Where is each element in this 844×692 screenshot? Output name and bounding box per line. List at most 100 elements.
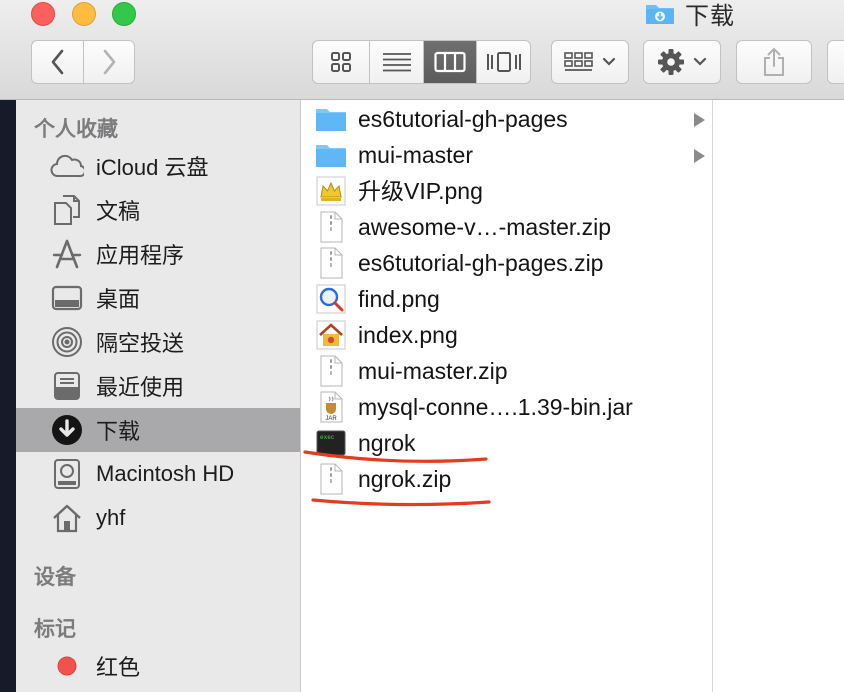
- file-name: ngrok: [358, 430, 416, 456]
- finder-window: 下载 个人收藏 iCloud 云盘 文稿 应用程序 桌面 隔空投送 最近使用 下…: [0, 0, 844, 692]
- folder-icon: [316, 145, 346, 167]
- icon-view-button[interactable]: [313, 41, 370, 83]
- preview-column: [713, 100, 844, 692]
- sidebar-item-applications[interactable]: 应用程序: [16, 232, 300, 276]
- zip-file-icon: [320, 355, 343, 387]
- icon-view-icon: [331, 52, 351, 72]
- sidebar-item-label: yhf: [96, 505, 126, 530]
- view-mode-control: [312, 40, 531, 84]
- documents-icon: [50, 193, 84, 227]
- home-icon: [50, 501, 84, 535]
- sidebar-item-label: iCloud 云盘: [96, 155, 209, 180]
- file-row[interactable]: index.png: [302, 318, 712, 354]
- sidebar-item-label: 隔空投送: [96, 331, 185, 356]
- downloads-icon: [50, 413, 84, 447]
- sidebar-item-home[interactable]: yhf: [16, 496, 300, 540]
- sidebar-item-label: 最近使用: [96, 375, 185, 400]
- cloud-icon: [50, 149, 84, 183]
- image-search-icon: [316, 284, 346, 314]
- file-row[interactable]: 升级VIP.png: [302, 174, 712, 210]
- disclosure-arrow-icon: [694, 149, 705, 163]
- file-name: mui-master: [358, 142, 474, 168]
- file-row[interactable]: ngrok.zip: [302, 462, 712, 498]
- sidebar-tag-red[interactable]: 红色: [16, 644, 300, 688]
- file-name: es6tutorial-gh-pages.zip: [358, 250, 604, 276]
- chevron-right-icon: [103, 49, 116, 75]
- zip-file-icon: [320, 463, 343, 495]
- airdrop-icon: [50, 325, 84, 359]
- file-row[interactable]: mui-master.zip: [302, 354, 712, 390]
- sidebar-item-label: Macintosh HD: [96, 461, 235, 486]
- file-row[interactable]: JAR mysql-conne….1.39-bin.jar: [302, 390, 712, 426]
- desktop-icon: [50, 281, 84, 315]
- forward-button[interactable]: [84, 41, 134, 83]
- file-name: es6tutorial-gh-pages: [358, 106, 568, 132]
- minimize-window-button[interactable]: [72, 2, 96, 26]
- downloads-folder-icon: [646, 5, 674, 24]
- arrange-button[interactable]: [551, 40, 629, 84]
- sidebar-item-label: 桌面: [96, 287, 141, 312]
- sidebar-item-label: 下载: [96, 419, 141, 444]
- column-view-button[interactable]: [424, 41, 477, 83]
- sidebar-item-documents[interactable]: 文稿: [16, 188, 300, 232]
- action-button[interactable]: [643, 40, 721, 84]
- devices-section-title: 设备: [34, 566, 76, 589]
- sidebar-item-airdrop[interactable]: 隔空投送: [16, 320, 300, 364]
- list-view-button[interactable]: [370, 41, 424, 83]
- recents-icon: [50, 369, 84, 403]
- file-row[interactable]: exec ngrok: [302, 426, 712, 462]
- back-button[interactable]: [32, 41, 84, 83]
- share-button[interactable]: [736, 40, 812, 84]
- applications-icon: [50, 237, 84, 271]
- jar-file-icon: JAR: [320, 391, 343, 423]
- file-name: find.png: [358, 286, 440, 312]
- list-view-icon: [382, 53, 411, 72]
- share-icon: [764, 47, 784, 76]
- image-home-icon: [316, 320, 346, 350]
- chevron-down-icon: [693, 57, 707, 66]
- window-title: 下载: [645, 0, 735, 30]
- cover-flow-button[interactable]: [477, 41, 530, 83]
- file-row[interactable]: mui-master: [302, 138, 712, 174]
- sidebar-item-macintosh-hd[interactable]: Macintosh HD: [16, 452, 300, 496]
- file-name: mui-master.zip: [358, 358, 508, 384]
- file-row[interactable]: es6tutorial-gh-pages.zip: [302, 246, 712, 282]
- file-row[interactable]: es6tutorial-gh-pages: [302, 102, 712, 138]
- zip-file-icon: [320, 211, 343, 243]
- chevron-left-icon: [51, 49, 63, 75]
- file-name: ngrok.zip: [358, 466, 452, 492]
- close-window-button[interactable]: [31, 2, 55, 26]
- zip-file-icon: [320, 247, 343, 279]
- zoom-window-button[interactable]: [112, 2, 136, 26]
- svg-text:JAR: JAR: [325, 416, 337, 422]
- sidebar-item-recents[interactable]: 最近使用: [16, 364, 300, 408]
- disclosure-arrow-icon: [694, 113, 705, 127]
- file-name: awesome-v…-master.zip: [358, 214, 612, 240]
- image-crown-icon: [316, 176, 346, 206]
- arrange-grid-icon: [564, 52, 593, 71]
- folder-icon: [316, 109, 346, 131]
- file-name: 升级VIP.png: [358, 178, 483, 204]
- sidebar-item-icloud[interactable]: iCloud 云盘: [16, 144, 300, 188]
- window-title-label: 下载: [685, 2, 735, 30]
- file-list-column: es6tutorial-gh-pages mui-master 升级VIP.pn…: [302, 100, 713, 692]
- toolbar: 下载: [0, 0, 844, 100]
- sidebar-item-desktop[interactable]: 桌面: [16, 276, 300, 320]
- favorites-section-title: 个人收藏: [34, 118, 118, 141]
- navigation-buttons: [31, 40, 135, 84]
- file-name: mysql-conne….1.39-bin.jar: [358, 394, 633, 420]
- tags-button[interactable]: [827, 40, 844, 84]
- sidebar-item-label: 红色: [96, 655, 141, 680]
- red-tag-dot-icon: [50, 649, 84, 683]
- cover-flow-icon: [486, 52, 521, 72]
- chevron-down-icon: [602, 57, 616, 66]
- sidebar-item-downloads[interactable]: 下载: [16, 408, 300, 452]
- column-view-icon: [434, 51, 466, 73]
- sidebar-item-label: 文稿: [96, 199, 141, 224]
- file-row[interactable]: awesome-v…-master.zip: [302, 210, 712, 246]
- svg-text:exec: exec: [320, 434, 335, 441]
- file-row[interactable]: find.png: [302, 282, 712, 318]
- file-name: index.png: [358, 322, 458, 348]
- desktop-background: [0, 100, 16, 692]
- sidebar: 个人收藏 iCloud 云盘 文稿 应用程序 桌面 隔空投送 最近使用 下载 M…: [16, 100, 301, 692]
